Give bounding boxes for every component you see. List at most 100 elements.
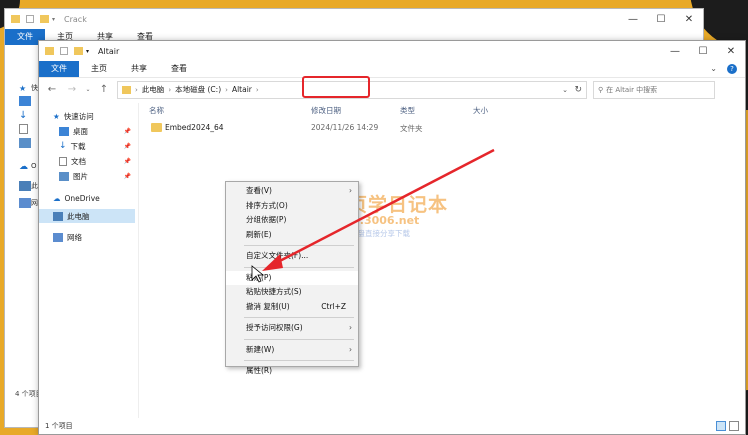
nav-label: 网络 bbox=[67, 232, 82, 242]
nav-desktop[interactable]: 桌面 📌 bbox=[39, 124, 135, 138]
chevron-right-icon[interactable]: › bbox=[256, 86, 259, 94]
chevron-right-icon[interactable]: › bbox=[168, 86, 171, 94]
star-icon: ★ bbox=[19, 84, 27, 93]
menu-label: 粘贴快捷方式(S) bbox=[246, 287, 302, 296]
nav-label: 桌面 bbox=[73, 126, 88, 136]
tab-share[interactable]: 共享 bbox=[119, 61, 159, 77]
details-view-button[interactable] bbox=[716, 421, 726, 431]
ribbon-expand-icon[interactable]: ⌄ bbox=[710, 64, 717, 74]
back-window-title: Crack bbox=[64, 14, 87, 24]
search-input[interactable]: 在 Altair 中搜索 bbox=[606, 85, 657, 95]
menu-item-group[interactable]: 分组依据(P) bbox=[226, 213, 358, 228]
refresh-icon[interactable]: ↻ bbox=[574, 85, 582, 95]
menu-item-sort[interactable]: 排序方式(O) bbox=[226, 199, 358, 214]
menu-item-refresh[interactable]: 刷新(E) bbox=[226, 228, 358, 243]
back-arrow-icon[interactable]: ← bbox=[45, 84, 59, 95]
breadcrumb-this-pc[interactable]: 此电脑 bbox=[142, 84, 165, 95]
nav-documents[interactable]: 文档 📌 bbox=[39, 154, 135, 168]
view-buttons bbox=[716, 421, 739, 431]
titlebar[interactable]: ▾ Altair — ☐ ✕ bbox=[39, 41, 745, 61]
menu-label: 撤消 复制(U) bbox=[246, 301, 290, 311]
recent-dropdown-icon[interactable]: ⌄ bbox=[85, 86, 91, 93]
chevron-right-icon: › bbox=[349, 323, 352, 332]
folder-icon bbox=[151, 123, 162, 132]
menu-label: 新建(W) bbox=[246, 344, 275, 354]
column-size[interactable]: 大小 bbox=[473, 105, 488, 116]
menu-item-properties[interactable]: 属性(R) bbox=[226, 364, 358, 379]
item-count: 1 个项目 bbox=[45, 422, 73, 430]
chevron-right-icon[interactable]: › bbox=[225, 86, 228, 94]
nav-quick-access[interactable]: ★ 快速访问 bbox=[39, 109, 135, 123]
folder-icon bbox=[11, 15, 20, 23]
folder-icon bbox=[45, 47, 54, 55]
file-row[interactable]: Embed2024_64 2024/11/26 14:29 文件夹 bbox=[147, 121, 567, 135]
menu-item-view[interactable]: 查看(V) › bbox=[226, 184, 358, 199]
menu-separator bbox=[244, 266, 354, 268]
tab-view[interactable]: 查看 bbox=[159, 61, 199, 77]
menu-item-give-access[interactable]: 授予访问权限(G) › bbox=[226, 321, 358, 336]
menu-item-paste-shortcut[interactable]: 粘贴快捷方式(S) bbox=[226, 285, 358, 300]
menu-separator bbox=[244, 245, 354, 246]
nav-label: 快速访问 bbox=[63, 111, 94, 121]
ribbon: 文件 主页 共享 查看 ⌄ ? bbox=[39, 61, 745, 77]
back-titlebar[interactable]: ▾ Crack bbox=[5, 9, 703, 29]
cloud-icon: ☁ bbox=[53, 193, 61, 203]
address-row: ← → ⌄ ↑ › 此电脑 › 本地磁盘 (C:) › Altair › ⌄ ↻… bbox=[39, 75, 745, 101]
column-type[interactable]: 类型 bbox=[400, 105, 415, 116]
star-icon: ★ bbox=[53, 111, 60, 121]
nav-label: 快 bbox=[31, 84, 38, 92]
tab-home[interactable]: 主页 bbox=[79, 61, 119, 77]
pin-icon: 📌 bbox=[123, 172, 131, 180]
chevron-right-icon[interactable]: › bbox=[135, 86, 138, 94]
document-icon bbox=[59, 156, 67, 166]
picture-icon bbox=[19, 138, 31, 148]
menu-item-new[interactable]: 新建(W) › bbox=[226, 343, 358, 358]
breadcrumb-local-disk[interactable]: 本地磁盘 (C:) bbox=[175, 84, 221, 95]
nav-pictures[interactable]: 图片 📌 bbox=[39, 169, 135, 183]
menu-separator bbox=[244, 360, 354, 361]
search-box[interactable]: ⚲ 在 Altair 中搜索 bbox=[593, 80, 715, 99]
up-arrow-icon[interactable]: ↑ bbox=[97, 84, 111, 95]
shortcut-label: Ctrl+Z bbox=[321, 301, 346, 311]
menu-label: 分组依据(P) bbox=[246, 215, 287, 224]
file-type: 文件夹 bbox=[400, 124, 423, 133]
nav-label: 网 bbox=[31, 199, 38, 207]
minimize-button[interactable]: — bbox=[661, 41, 689, 61]
minimize-button[interactable]: — bbox=[619, 9, 647, 29]
menu-label: 查看(V) bbox=[246, 186, 272, 195]
maximize-button[interactable]: ☐ bbox=[689, 41, 717, 61]
menu-label: 粘贴(P) bbox=[246, 272, 272, 282]
menu-item-paste[interactable]: 粘贴(P) bbox=[226, 270, 358, 285]
column-name[interactable]: 名称 bbox=[149, 105, 164, 116]
close-button[interactable]: ✕ bbox=[717, 41, 745, 61]
forward-arrow-icon[interactable]: → bbox=[65, 84, 79, 95]
column-date[interactable]: 修改日期 bbox=[311, 105, 341, 116]
nav-label: 图片 bbox=[73, 171, 88, 181]
checkbox-icon[interactable] bbox=[60, 47, 68, 55]
menu-label: 刷新(E) bbox=[246, 229, 272, 239]
address-dropdown-icon[interactable]: ⌄ bbox=[562, 86, 568, 94]
nav-label: 此 bbox=[31, 182, 38, 190]
quick-access-dropdown-icon[interactable]: ▾ bbox=[86, 48, 89, 55]
nav-network[interactable]: 网络 bbox=[39, 230, 135, 244]
nav-downloads[interactable]: ↓ 下载 📌 bbox=[39, 139, 135, 153]
context-menu[interactable]: 查看(V) › 排序方式(O) 分组依据(P) 刷新(E) 自定义文件夹(F)..… bbox=[225, 181, 359, 375]
address-bar[interactable]: › 此电脑 › 本地磁盘 (C:) › Altair › ⌄ ↻ bbox=[117, 75, 587, 99]
back-window-controls: — ☐ ✕ bbox=[619, 9, 703, 29]
explorer-window[interactable]: ▾ Altair — ☐ ✕ 文件 主页 共享 查看 ⌄ ? ← → ⌄ ↑ ›… bbox=[38, 40, 746, 435]
close-button[interactable]: ✕ bbox=[675, 9, 703, 29]
network-icon bbox=[53, 232, 63, 242]
menu-item-customize-folder[interactable]: 自定义文件夹(F)... bbox=[226, 249, 358, 264]
nav-this-pc[interactable]: 此电脑 bbox=[39, 209, 135, 223]
ribbon-right: ⌄ ? bbox=[710, 64, 737, 74]
tab-file[interactable]: 文件 bbox=[39, 61, 79, 77]
maximize-button[interactable]: ☐ bbox=[647, 9, 675, 29]
column-headers: 名称 修改日期 类型 大小 bbox=[147, 103, 745, 117]
nav-onedrive[interactable]: ☁ OneDrive bbox=[39, 191, 135, 205]
help-icon[interactable]: ? bbox=[727, 64, 737, 74]
large-icons-view-button[interactable] bbox=[729, 421, 739, 431]
breadcrumb-altair[interactable]: Altair bbox=[232, 85, 252, 94]
menu-item-undo-copy[interactable]: 撤消 复制(U) Ctrl+Z bbox=[226, 300, 358, 315]
folder-icon bbox=[122, 85, 131, 94]
nav-label: OneDrive bbox=[64, 193, 100, 203]
